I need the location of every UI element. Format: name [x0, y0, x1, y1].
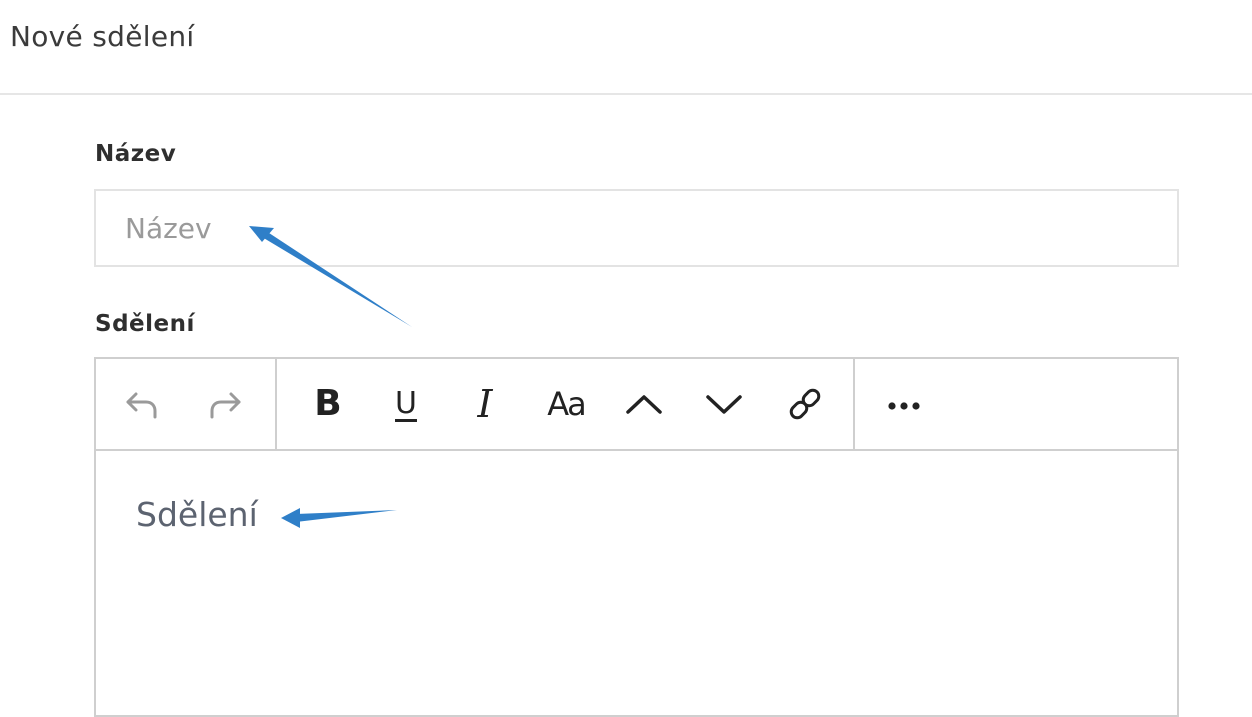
more-button[interactable] [881, 381, 927, 427]
redo-button[interactable] [202, 381, 248, 427]
toolbar-separator [275, 359, 277, 451]
chevron-down-icon [704, 384, 744, 424]
link-icon [785, 384, 825, 424]
move-up-button[interactable] [621, 381, 667, 427]
undo-icon [122, 384, 162, 424]
move-down-button[interactable] [701, 381, 747, 427]
toolbar-separator [853, 359, 855, 451]
redo-icon [205, 384, 245, 424]
link-button[interactable] [782, 381, 828, 427]
font-size-icon: Aa [547, 385, 586, 423]
bold-icon: B [314, 383, 342, 424]
page-header: Nové sdělení [0, 0, 1252, 95]
underline-button[interactable]: U [383, 381, 429, 427]
bold-button[interactable]: B [305, 381, 351, 427]
underline-icon: U [395, 386, 417, 421]
editor-placeholder: Sdělení [136, 495, 258, 534]
chevron-up-icon [624, 384, 664, 424]
title-label: Název [95, 141, 177, 167]
more-icon [884, 384, 924, 424]
font-size-button[interactable]: Aa [540, 381, 592, 427]
page-title: Nové sdělení [10, 20, 195, 53]
italic-button[interactable]: I [462, 381, 508, 427]
message-label: Sdělení [95, 311, 195, 337]
undo-button[interactable] [119, 381, 165, 427]
message-editor: B U I Aa Sdělení [94, 357, 1179, 717]
editor-toolbar: B U I Aa [96, 359, 1177, 451]
editor-content[interactable]: Sdělení [96, 451, 1177, 717]
title-input[interactable] [94, 189, 1179, 267]
italic-icon: I [477, 382, 493, 426]
